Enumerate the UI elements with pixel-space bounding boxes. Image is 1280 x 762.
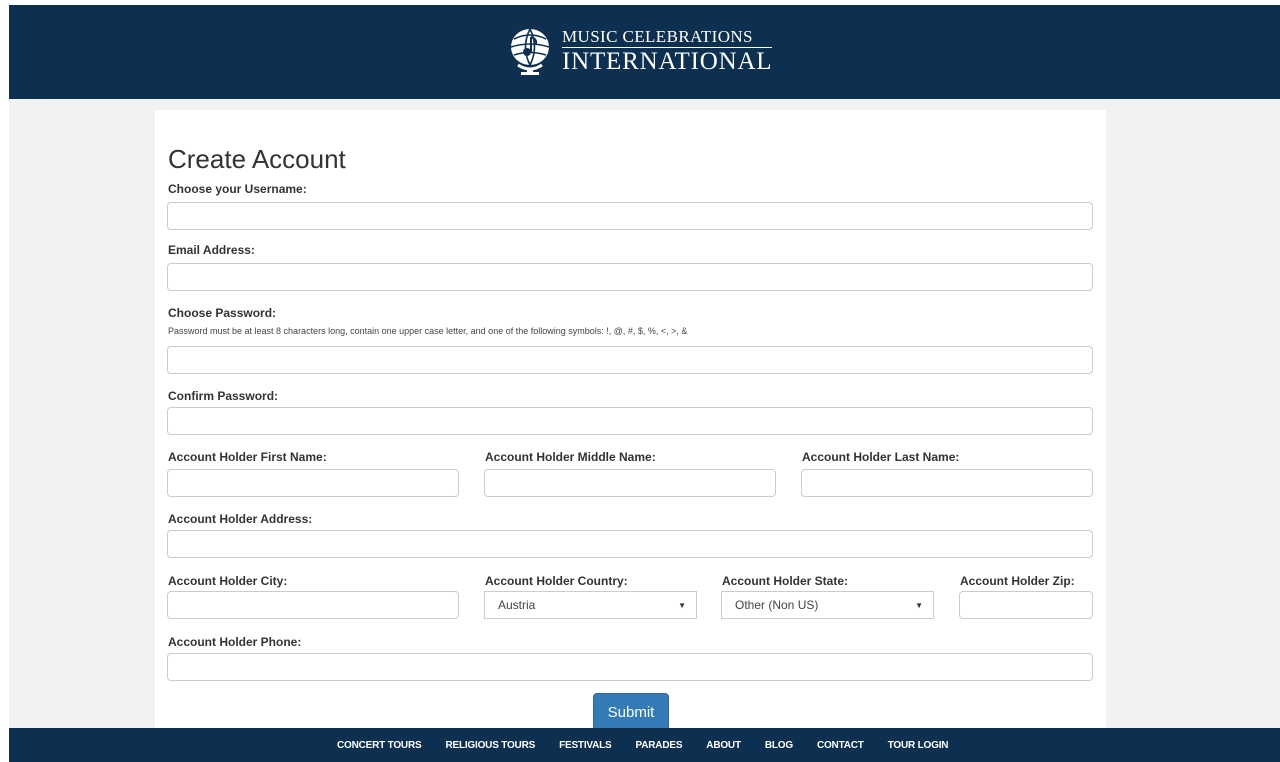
- logo-text: Music Celebrations INTERNATIONAL: [562, 28, 773, 75]
- password-label: Choose Password:: [168, 306, 277, 320]
- address-label: Account Holder Address:: [168, 512, 313, 526]
- first-name-label: Account Holder First Name:: [168, 450, 327, 464]
- footer-link-contact[interactable]: CONTACT: [817, 740, 864, 751]
- middle-name-label: Account Holder Middle Name:: [485, 450, 656, 464]
- globe-music-note-icon: [510, 28, 550, 75]
- password-hint: Password must be at least 8 characters l…: [168, 326, 688, 336]
- last-name-label: Account Holder Last Name:: [802, 450, 960, 464]
- footer-link-tour-login[interactable]: TOUR LOGIN: [888, 740, 949, 751]
- password-input[interactable]: [167, 346, 1093, 374]
- phone-label: Account Holder Phone:: [168, 635, 302, 649]
- username-label: Choose your Username:: [168, 182, 307, 196]
- page-title: Create Account: [168, 144, 346, 174]
- middle-name-input[interactable]: [484, 469, 776, 497]
- footer-link-about[interactable]: ABOUT: [706, 740, 741, 751]
- username-input[interactable]: [167, 202, 1093, 230]
- zip-label: Account Holder Zip:: [960, 574, 1075, 588]
- country-label: Account Holder Country:: [485, 574, 628, 588]
- confirm-password-label: Confirm Password:: [168, 389, 279, 403]
- country-selected-value: Austria: [498, 598, 536, 612]
- create-account-panel: Create Account Choose your Username: Ema…: [155, 110, 1106, 734]
- site-header: Music Celebrations INTERNATIONAL: [9, 5, 1280, 99]
- footer-link-religious-tours[interactable]: RELIGIOUS TOURS: [445, 740, 535, 751]
- footer-link-concert-tours[interactable]: CONCERT TOURS: [337, 740, 422, 751]
- logo-line-1: Music Celebrations: [562, 28, 773, 48]
- confirm-password-input[interactable]: [167, 407, 1093, 435]
- first-name-input[interactable]: [167, 469, 459, 497]
- state-label: Account Holder State:: [722, 574, 849, 588]
- last-name-input[interactable]: [801, 469, 1093, 497]
- state-select[interactable]: Other (Non US) ▼: [721, 591, 934, 619]
- footer-nav: CONCERT TOURS RELIGIOUS TOURS FESTIVALS …: [337, 728, 972, 762]
- site-footer: CONCERT TOURS RELIGIOUS TOURS FESTIVALS …: [9, 728, 1280, 762]
- email-label: Email Address:: [168, 243, 255, 257]
- submit-button[interactable]: Submit: [593, 693, 669, 731]
- page-frame: Music Celebrations INTERNATIONAL Create …: [9, 5, 1280, 762]
- phone-input[interactable]: [167, 653, 1093, 681]
- city-input[interactable]: [167, 591, 459, 619]
- caret-down-icon: ▼: [915, 600, 923, 610]
- footer-link-blog[interactable]: BLOG: [765, 740, 793, 751]
- address-input[interactable]: [167, 530, 1093, 558]
- caret-down-icon: ▼: [678, 600, 686, 610]
- city-label: Account Holder City:: [168, 574, 288, 588]
- state-selected-value: Other (Non US): [735, 598, 819, 612]
- logo-line-2: INTERNATIONAL: [562, 48, 773, 75]
- footer-link-parades[interactable]: PARADES: [636, 740, 683, 751]
- footer-link-festivals[interactable]: FESTIVALS: [559, 740, 612, 751]
- email-input[interactable]: [167, 263, 1093, 291]
- country-select[interactable]: Austria ▼: [484, 591, 697, 619]
- site-logo[interactable]: Music Celebrations INTERNATIONAL: [506, 23, 773, 79]
- zip-input[interactable]: [959, 591, 1093, 619]
